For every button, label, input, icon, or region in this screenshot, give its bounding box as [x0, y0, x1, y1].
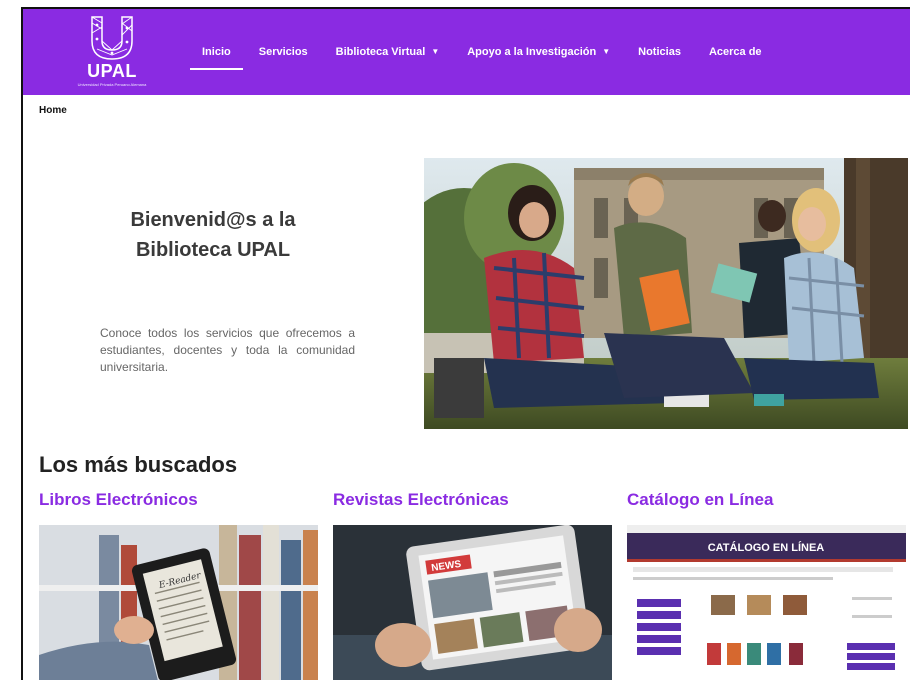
logo-tagline: Universidad Privada Peruano Alemana — [77, 82, 147, 87]
nav-label: Biblioteca Virtual — [335, 46, 426, 58]
card-title-libros[interactable]: Libros Electrónicos — [39, 490, 198, 510]
nav-label: Inicio — [202, 46, 231, 58]
nav-item-inicio[interactable]: Inicio — [188, 9, 245, 95]
nav-item-acerca-de[interactable]: Acerca de — [695, 9, 776, 95]
nav-item-servicios[interactable]: Servicios — [245, 9, 322, 95]
nav-label: Acerca de — [708, 46, 762, 58]
nav-label: Servicios — [258, 46, 308, 58]
nav-item-biblioteca-virtual[interactable]: Biblioteca Virtual ▼ — [322, 9, 454, 95]
logo-wordmark: UPAL — [87, 61, 137, 81]
chevron-down-icon: ▼ — [602, 47, 611, 57]
section-title: Los más buscados — [39, 452, 238, 477]
nav-item-apoyo-investigacion[interactable]: Apoyo a la Investigación ▼ — [453, 9, 624, 95]
upal-logo[interactable]: UPAL Universidad Privada Peruano Alemana — [73, 15, 151, 93]
chevron-down-icon: ▼ — [431, 47, 440, 57]
hero-title-line-2: Biblioteca UPAL — [135, 239, 291, 261]
hero-students-photo — [394, 158, 908, 429]
hero-title-line-1: Bienvenid@s a la — [130, 209, 296, 231]
breadcrumb: Home — [39, 105, 67, 116]
site-header: UPAL Universidad Privada Peruano Alemana… — [23, 9, 910, 95]
card-title-catalogo[interactable]: Catálogo en Línea — [627, 490, 773, 510]
logo-emblem-icon — [91, 16, 133, 60]
browser-viewport: UPAL Universidad Privada Peruano Alemana… — [21, 7, 910, 680]
nav-item-noticias[interactable]: Noticias — [624, 9, 695, 95]
card-image-revistas[interactable]: NEWS — [333, 525, 612, 680]
hero-description: Conoce todos los servicios que ofrecemos… — [100, 326, 355, 374]
card-image-libros[interactable]: E-Reader — [39, 525, 318, 680]
card-title-revistas[interactable]: Revistas Electrónicas — [333, 490, 509, 510]
nav-label: Apoyo a la Investigación — [467, 46, 597, 58]
main-nav: Inicio Servicios Biblioteca Virtual ▼ Apo… — [188, 9, 776, 95]
catalog-banner-text: CATÁLOGO EN LÍNEA — [708, 541, 825, 554]
nav-label: Noticias — [638, 46, 681, 58]
card-image-catalogo[interactable]: CATÁLOGO EN LÍNEA — [627, 525, 906, 680]
hero-title: Bienvenid@s a la Biblioteca UPAL — [88, 205, 338, 265]
